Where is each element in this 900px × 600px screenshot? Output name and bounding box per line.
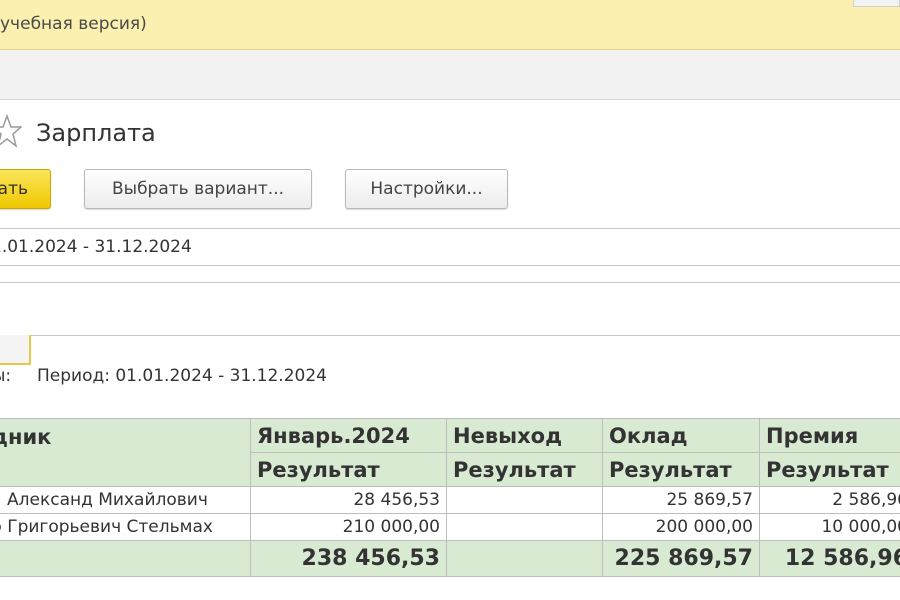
- period-value: 1.01.2024 - 31.12.2024: [0, 237, 192, 257]
- subcolumn-result: Результат: [446, 452, 603, 487]
- column-salary: Оклад: [602, 418, 760, 453]
- january-cell: 28 456,53: [250, 486, 447, 514]
- absence-cell: [446, 486, 603, 514]
- absence-cell: [446, 513, 603, 541]
- generate-button[interactable]: ать: [0, 169, 51, 209]
- total-row: 238 456,53 225 869,57 12 586,96: [0, 540, 900, 577]
- window-controls[interactable]: [853, 0, 900, 7]
- salary-cell: 25 869,57: [602, 486, 760, 514]
- total-salary: 225 869,57: [602, 540, 760, 577]
- section-panel: [0, 50, 900, 100]
- employee-cell: Александ Михайлович: [0, 486, 251, 514]
- subcolumn-result: Результат: [759, 452, 900, 487]
- window-title: учебная версия): [0, 14, 147, 34]
- subcolumn-result: Результат: [250, 452, 447, 487]
- params-label: ы:: [0, 366, 12, 386]
- report-doc-tab[interactable]: [0, 335, 31, 365]
- column-january: Январь.2024: [250, 418, 447, 453]
- bonus-cell: 2 586,96: [759, 486, 900, 514]
- table-row[interactable]: р Григорьевич Стельмах 210 000,00 200 00…: [0, 513, 900, 541]
- total-january: 238 456,53: [250, 540, 447, 577]
- settings-button[interactable]: Настройки...: [345, 169, 508, 209]
- column-employee: дник: [0, 418, 251, 487]
- report-area-border: [0, 282, 900, 336]
- total-label-cell: [0, 540, 251, 577]
- subcolumn-result: Результат: [602, 452, 760, 487]
- total-bonus: 12 586,96: [759, 540, 900, 577]
- employee-cell: р Григорьевич Стельмах: [0, 513, 251, 541]
- window-title-bar: учебная версия): [0, 0, 900, 50]
- january-cell: 210 000,00: [250, 513, 447, 541]
- total-absence: [446, 540, 603, 577]
- params-value: Период: 01.01.2024 - 31.12.2024: [37, 366, 327, 386]
- column-absence: Невыход: [446, 418, 603, 453]
- bonus-cell: 10 000,00: [759, 513, 900, 541]
- table-header-row: дник Январь.2024 Невыход Оклад Премия: [0, 418, 900, 487]
- report-table: дник Январь.2024 Невыход Оклад Премия Ре…: [0, 418, 900, 577]
- period-field[interactable]: 1.01.2024 - 31.12.2024: [0, 228, 900, 266]
- star-icon[interactable]: [0, 113, 22, 149]
- salary-cell: 200 000,00: [602, 513, 760, 541]
- column-bonus: Премия: [759, 418, 900, 453]
- table-row[interactable]: Александ Михайлович 28 456,53 25 869,57 …: [0, 486, 900, 514]
- report-parameters: ы: Период: 01.01.2024 - 31.12.2024: [0, 366, 327, 386]
- page-title: Зарплата: [36, 119, 156, 147]
- choose-variant-button[interactable]: Выбрать вариант...: [84, 169, 312, 209]
